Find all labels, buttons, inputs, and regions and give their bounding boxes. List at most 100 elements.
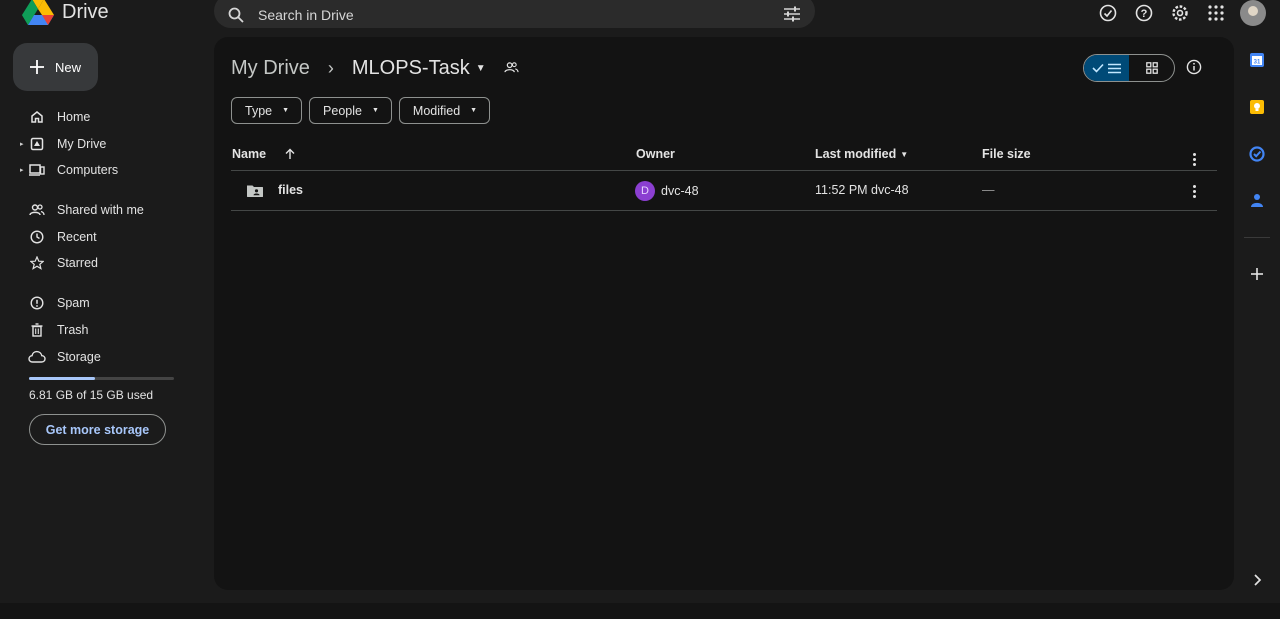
filter-modified[interactable]: Modified ▼ <box>398 97 491 124</box>
keep-icon[interactable] <box>1249 99 1267 117</box>
star-icon <box>28 255 46 271</box>
filter-label: Type <box>245 103 273 118</box>
more-actions-icon[interactable] <box>1193 185 1196 198</box>
view-toggle <box>1083 54 1175 82</box>
filter-type[interactable]: Type ▼ <box>231 97 303 124</box>
sort-descending-icon: ▼ <box>900 149 909 159</box>
column-name[interactable]: Name <box>232 147 296 161</box>
sidebar-item-spam[interactable]: Spam <box>20 290 200 316</box>
column-file-size-label: File size <box>982 147 1031 161</box>
get-more-storage-button[interactable]: Get more storage <box>29 414 166 445</box>
breadcrumb-current-folder[interactable]: MLOPS-Task <box>352 57 470 80</box>
sidebar-item-label: Trash <box>57 323 89 337</box>
list-view-button[interactable] <box>1084 55 1129 81</box>
expand-panel-icon[interactable] <box>1249 572 1267 590</box>
storage-usage-text: 6.81 GB of 15 GB used <box>29 388 154 402</box>
shared-folder-row-icon <box>246 184 264 198</box>
app-title: Drive <box>62 0 109 23</box>
trash-icon <box>28 322 46 338</box>
help-icon[interactable]: ? <box>1126 1 1162 25</box>
top-toolbar: ? <box>1090 0 1280 26</box>
filter-label: Modified <box>412 103 461 118</box>
storage-usage-fill <box>29 377 95 380</box>
last-modified: 11:52 PM dvc-48 <box>815 183 909 197</box>
breadcrumb-my-drive[interactable]: My Drive <box>231 57 310 80</box>
settings-icon[interactable] <box>1162 1 1198 25</box>
sidebar-item-label: Storage <box>57 350 101 364</box>
sidebar-item-label: Starred <box>57 256 98 270</box>
sidebar-item-recent[interactable]: Recent <box>20 224 200 250</box>
sidebar-item-starred[interactable]: Starred <box>20 250 200 276</box>
column-owner[interactable]: Owner <box>636 147 675 161</box>
filter-chips: Type ▼ People ▼ Modified ▼ <box>231 97 491 124</box>
expand-arrow-icon[interactable]: ▸ <box>20 140 24 148</box>
view-details-icon[interactable] <box>1186 59 1202 80</box>
new-button-label: New <box>55 59 82 75</box>
bottom-strip <box>0 603 1280 619</box>
sidebar-item-label: Computers <box>57 163 119 177</box>
table-header: Name Owner Last modified ▼ File size <box>231 141 1217 171</box>
sort-ascending-icon[interactable] <box>284 148 296 160</box>
search-input[interactable]: Search in Drive <box>258 7 354 23</box>
search-options-icon[interactable] <box>783 6 801 22</box>
list-icon <box>1108 63 1121 73</box>
sidebar-item-label: Spam <box>57 296 90 310</box>
sidebar-item-computers[interactable]: ▸ Computers <box>20 157 200 183</box>
column-file-size[interactable]: File size <box>982 147 1031 161</box>
computer-icon <box>28 162 46 178</box>
sidebar-item-my-drive[interactable]: ▸ My Drive <box>20 131 200 157</box>
sidebar-item-trash[interactable]: Trash <box>20 317 200 343</box>
column-last-modified-label: Last modified <box>815 147 897 161</box>
contacts-icon[interactable] <box>1249 192 1267 210</box>
owner-name: dvc-48 <box>661 184 699 198</box>
storage-usage-bar <box>29 377 174 380</box>
sidebar-item-label: My Drive <box>57 137 107 151</box>
svg-text:?: ? <box>1141 8 1148 20</box>
expand-arrow-icon[interactable]: ▸ <box>20 166 24 174</box>
sidebar-item-shared-with-me[interactable]: Shared with me <box>20 197 200 223</box>
apps-grid-icon[interactable] <box>1198 1 1234 25</box>
shared-folder-icon[interactable] <box>504 57 519 80</box>
folder-menu-dropdown-icon[interactable]: ▼ <box>476 63 486 74</box>
table-row[interactable]: files D dvc-48 11:52 PM dvc-48 — <box>231 171 1217 211</box>
my-drive-icon <box>28 136 46 152</box>
add-addon-icon[interactable] <box>1249 266 1267 284</box>
main-content: My Drive › MLOPS-Task ▼ Type ▼ People ▼ Mo… <box>214 37 1234 590</box>
clock-icon <box>28 229 46 245</box>
home-icon <box>28 109 46 125</box>
column-last-modified[interactable]: Last modified ▼ <box>815 147 908 161</box>
search-icon[interactable] <box>228 7 244 23</box>
owner-cell: D dvc-48 <box>635 181 699 201</box>
plus-icon <box>30 60 44 74</box>
calendar-icon[interactable]: 31 <box>1249 52 1267 70</box>
tasks-icon[interactable] <box>1249 146 1267 164</box>
spam-icon <box>28 295 46 311</box>
grid-icon <box>1145 62 1158 74</box>
owner-avatar: D <box>635 181 655 201</box>
filter-people[interactable]: People ▼ <box>309 97 392 124</box>
file-size: — <box>982 183 995 197</box>
breadcrumb-separator: › <box>327 57 334 78</box>
sidebar-item-storage[interactable]: Storage <box>20 344 200 370</box>
column-options-icon[interactable] <box>1193 153 1196 166</box>
column-owner-label: Owner <box>636 147 675 161</box>
account-avatar[interactable] <box>1240 0 1266 26</box>
file-name: files <box>278 183 304 197</box>
sidebar-item-label: Shared with me <box>57 203 144 217</box>
sidebar-item-home[interactable]: Home <box>20 104 200 130</box>
new-button[interactable]: New <box>13 43 98 91</box>
svg-text:31: 31 <box>1254 60 1261 66</box>
cloud-icon <box>28 349 46 365</box>
filter-label: People <box>323 103 362 118</box>
search-bar[interactable]: Search in Drive <box>214 0 815 28</box>
grid-view-button[interactable] <box>1129 55 1174 81</box>
drive-logo[interactable]: Drive <box>22 0 109 25</box>
chevron-down-icon: ▼ <box>282 107 290 114</box>
chevron-down-icon: ▼ <box>470 107 478 114</box>
chevron-down-icon: ▼ <box>371 107 379 114</box>
drive-logo-icon <box>22 0 54 25</box>
people-icon <box>28 202 46 218</box>
ready-for-offline-icon[interactable] <box>1090 1 1126 25</box>
sidebar-item-label: Home <box>57 110 91 124</box>
sidebar-item-label: Recent <box>57 230 97 244</box>
